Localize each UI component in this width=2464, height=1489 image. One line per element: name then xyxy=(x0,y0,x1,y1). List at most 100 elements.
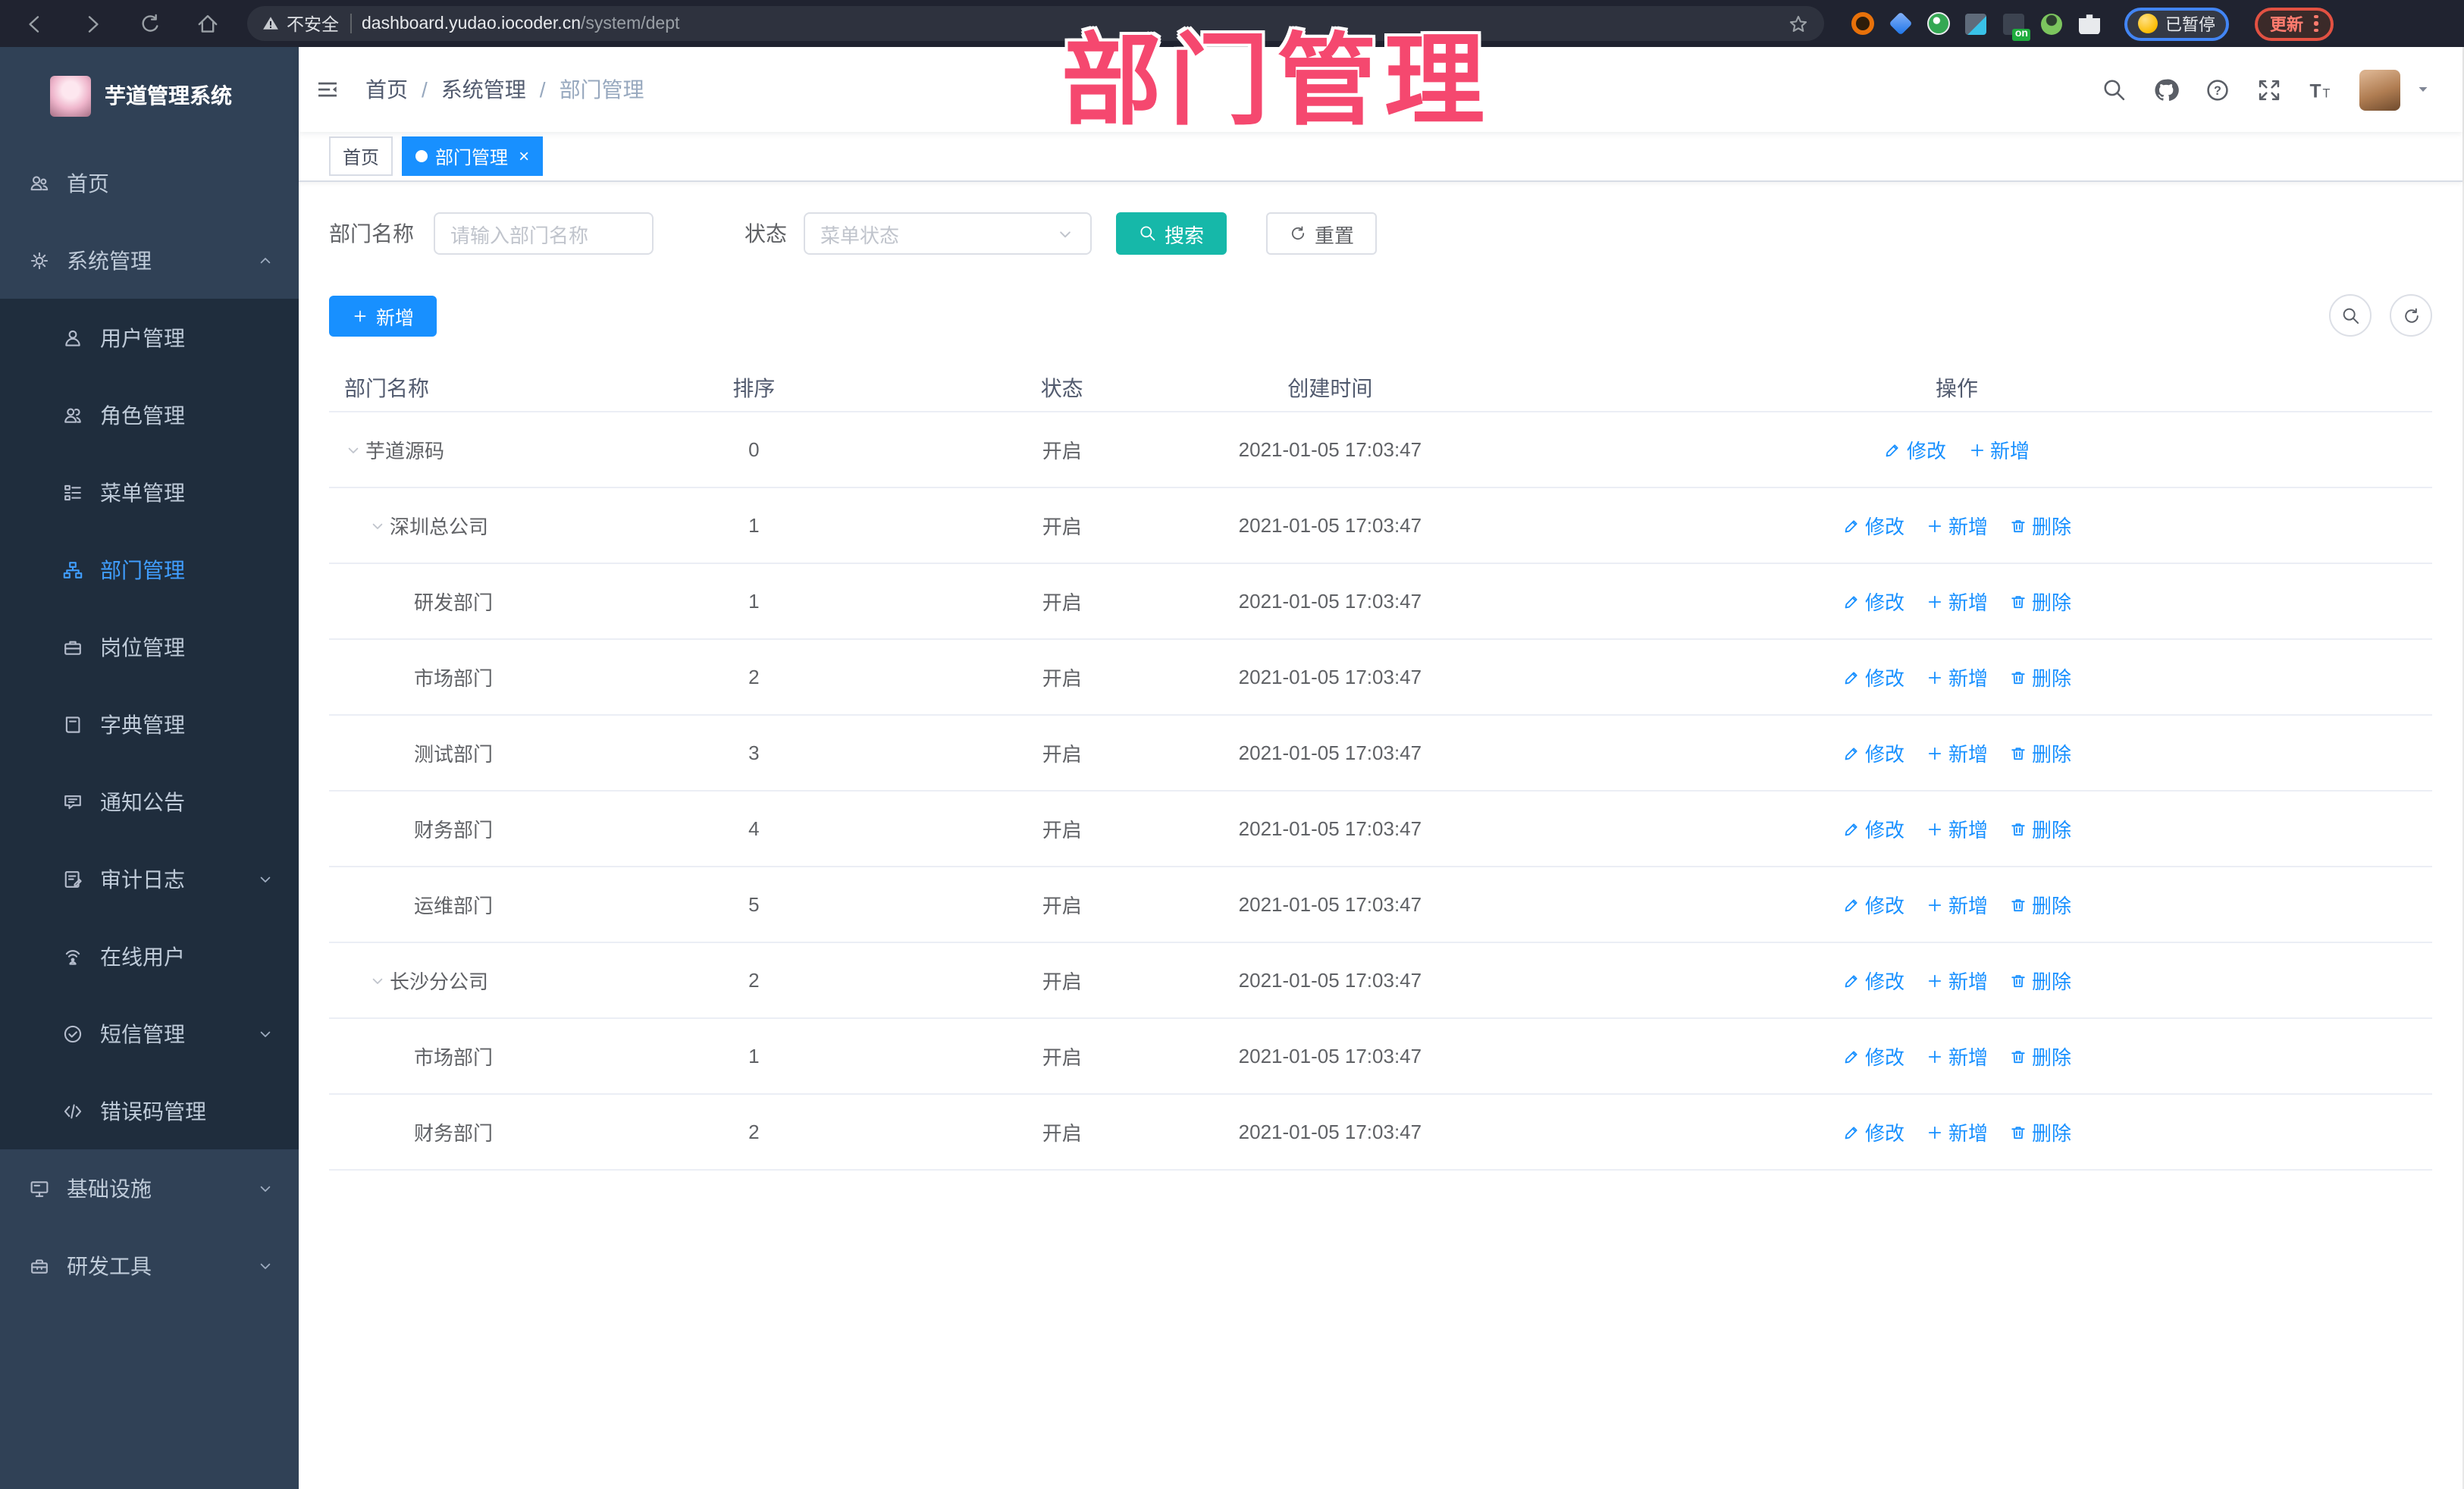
blue-gem-extension-icon[interactable] xyxy=(1888,11,1912,36)
action-trash-link[interactable]: 删除 xyxy=(2009,966,2071,995)
refresh-table-button[interactable] xyxy=(2390,294,2432,337)
sidebar-item-11[interactable]: 短信管理 xyxy=(0,995,299,1072)
action-edit-link[interactable]: 修改 xyxy=(1842,1118,1904,1146)
action-label: 删除 xyxy=(2032,1046,2072,1069)
action-edit-link[interactable]: 修改 xyxy=(1842,966,1904,995)
action-trash-link[interactable]: 删除 xyxy=(2009,587,2071,616)
action-edit-link[interactable]: 修改 xyxy=(1842,663,1904,691)
sort-cell: 2 xyxy=(748,969,760,992)
sidebar-item-4[interactable]: 菜单管理 xyxy=(0,453,299,531)
trash-icon xyxy=(2009,744,2027,762)
expand-caret-icon[interactable] xyxy=(368,971,390,989)
toggle-search-button[interactable] xyxy=(2329,294,2372,337)
user-avatar[interactable] xyxy=(2359,69,2400,110)
devtools-icon xyxy=(27,1255,52,1276)
action-plus-link[interactable]: 新增 xyxy=(1926,511,1988,540)
security-warning[interactable]: 不安全 xyxy=(262,11,339,36)
action-edit-link[interactable]: 修改 xyxy=(1884,435,1946,464)
font-size-icon[interactable]: TT xyxy=(2308,77,2334,102)
help-icon[interactable]: ? xyxy=(2205,77,2230,102)
sidebar-item-8[interactable]: 通知公告 xyxy=(0,763,299,840)
bookmark-star-icon[interactable] xyxy=(1788,13,1809,34)
address-bar[interactable]: 不安全 dashboard.yudao.iocoder.cn/system/de… xyxy=(247,6,1824,41)
breadcrumb-item-0[interactable]: 首页 xyxy=(365,74,408,105)
url-text[interactable]: dashboard.yudao.iocoder.cn/system/dept xyxy=(362,14,679,33)
search-button[interactable]: 搜索 xyxy=(1116,212,1227,255)
browser-update-button[interactable]: 更新 xyxy=(2255,7,2333,40)
green-person-extension-icon[interactable] xyxy=(2039,11,2064,36)
action-plus-link[interactable]: 新增 xyxy=(1926,890,1988,919)
action-edit-link[interactable]: 修改 xyxy=(1842,738,1904,767)
sidebar-item-14[interactable]: 研发工具 xyxy=(0,1227,299,1304)
status-select[interactable]: 菜单状态 xyxy=(804,212,1092,255)
sidebar-logo[interactable]: 芋道管理系统 xyxy=(0,47,299,144)
puzzle-extension-icon[interactable] xyxy=(2077,11,2102,36)
action-label: 新增 xyxy=(1948,895,1989,917)
orange-ring-extension-icon[interactable] xyxy=(1850,11,1874,36)
status-cell: 开启 xyxy=(1042,1122,1082,1145)
expand-caret-icon[interactable] xyxy=(368,516,390,534)
sidebar-item-2[interactable]: 用户管理 xyxy=(0,299,299,376)
status-cell: 开启 xyxy=(1042,440,1082,462)
sidebar-item-6[interactable]: 岗位管理 xyxy=(0,608,299,685)
action-trash-link[interactable]: 删除 xyxy=(2009,814,2071,843)
reset-button[interactable]: 重置 xyxy=(1266,212,1378,255)
search-icon[interactable] xyxy=(2102,77,2127,102)
action-trash-link[interactable]: 删除 xyxy=(2009,1118,2071,1146)
browser-menu-icon[interactable] xyxy=(2314,14,2318,33)
dept-name-input[interactable]: 请输入部门名称 xyxy=(434,212,654,255)
proxy-on-extension-icon[interactable]: on xyxy=(2002,11,2030,40)
sidebar-item-5[interactable]: 部门管理 xyxy=(0,531,299,608)
action-plus-link[interactable]: 新增 xyxy=(1967,435,2030,464)
sidebar-item-7[interactable]: 字典管理 xyxy=(0,685,299,763)
close-tab-icon[interactable]: × xyxy=(519,147,529,165)
browser-home-icon[interactable] xyxy=(191,7,224,40)
browser-forward-icon[interactable] xyxy=(76,7,109,40)
sidebar-item-12[interactable]: 错误码管理 xyxy=(0,1072,299,1149)
action-edit-link[interactable]: 修改 xyxy=(1842,587,1904,616)
tab-1[interactable]: 部门管理 × xyxy=(402,136,544,176)
action-plus-link[interactable]: 新增 xyxy=(1926,1118,1988,1146)
edit-icon xyxy=(1842,516,1861,534)
breadcrumb-item-1[interactable]: 系统管理 xyxy=(441,74,526,105)
action-trash-link[interactable]: 删除 xyxy=(2009,890,2071,919)
sidebar-item-0[interactable]: 首页 xyxy=(0,144,299,221)
action-label: 修改 xyxy=(1864,819,1904,842)
green-circle-extension-icon[interactable] xyxy=(1926,11,1950,36)
browser-reload-icon[interactable] xyxy=(133,7,167,40)
action-plus-link[interactable]: 新增 xyxy=(1926,966,1988,995)
action-plus-link[interactable]: 新增 xyxy=(1926,663,1988,691)
browser-back-icon[interactable] xyxy=(18,7,52,40)
url-host: dashboard.yudao.iocoder.cn xyxy=(362,14,581,33)
action-plus-link[interactable]: 新增 xyxy=(1926,814,1988,843)
action-plus-link[interactable]: 新增 xyxy=(1926,587,1988,616)
add-button[interactable]: 新增 xyxy=(329,295,437,336)
action-trash-link[interactable]: 删除 xyxy=(2009,738,2071,767)
action-trash-link[interactable]: 删除 xyxy=(2009,663,2071,691)
action-trash-link[interactable]: 删除 xyxy=(2009,1042,2071,1071)
sidebar-item-13[interactable]: 基础设施 xyxy=(0,1149,299,1227)
github-icon[interactable] xyxy=(2153,77,2179,102)
paused-extension-badge[interactable]: 已暂停 xyxy=(2124,7,2229,40)
action-edit-link[interactable]: 修改 xyxy=(1842,890,1904,919)
sidebar-item-9[interactable]: 审计日志 xyxy=(0,840,299,917)
paused-label: 已暂停 xyxy=(2165,16,2215,34)
tiles-extension-icon[interactable] xyxy=(1964,11,1988,36)
action-edit-link[interactable]: 修改 xyxy=(1842,511,1904,540)
sidebar-item-10[interactable]: 在线用户 xyxy=(0,917,299,995)
expand-caret-icon[interactable] xyxy=(344,440,365,459)
caret-down-icon[interactable] xyxy=(2415,82,2431,97)
hamburger-icon[interactable] xyxy=(299,47,356,132)
tab-0[interactable]: 首页 xyxy=(329,136,393,176)
sidebar-item-3[interactable]: 角色管理 xyxy=(0,376,299,453)
plus-icon xyxy=(1926,516,1944,534)
action-plus-link[interactable]: 新增 xyxy=(1926,1042,1988,1071)
logo-image xyxy=(50,75,91,116)
sidebar-item-1[interactable]: 系统管理 xyxy=(0,221,299,299)
action-plus-link[interactable]: 新增 xyxy=(1926,738,1988,767)
fullscreen-icon[interactable] xyxy=(2256,77,2282,102)
action-edit-link[interactable]: 修改 xyxy=(1842,814,1904,843)
action-edit-link[interactable]: 修改 xyxy=(1842,1042,1904,1071)
sort-cell: 3 xyxy=(748,741,760,764)
action-trash-link[interactable]: 删除 xyxy=(2009,511,2071,540)
